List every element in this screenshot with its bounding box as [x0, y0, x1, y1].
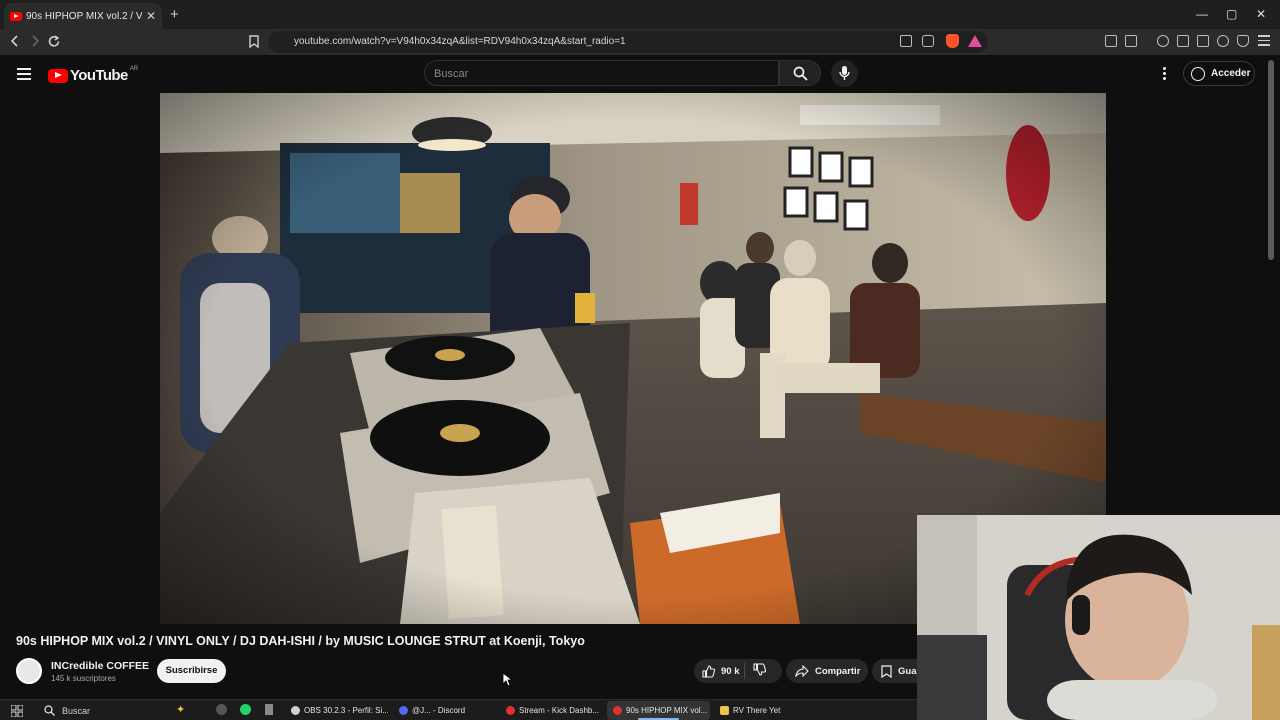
bookmark-icon[interactable] [249, 35, 259, 48]
taskbar-item-obs[interactable]: OBS 30.2.3 - Perfil: Si... [285, 701, 388, 720]
share-label: Compartir [815, 665, 861, 677]
taskbar-item-youtube[interactable]: 90s HIPHOP MIX vol... [607, 701, 710, 720]
share-icon [795, 665, 809, 677]
new-tab-button[interactable]: + [170, 6, 179, 23]
extensions-icon[interactable] [1105, 35, 1117, 47]
browser-menu-icon[interactable] [1258, 35, 1270, 46]
mouse-cursor-icon [502, 672, 512, 687]
youtube-favicon-icon [10, 11, 22, 21]
whatsapp-icon[interactable] [240, 704, 251, 715]
channel-avatar[interactable] [16, 658, 42, 684]
subscribe-button[interactable]: Suscribirse [157, 659, 226, 683]
country-code: AR [129, 65, 139, 72]
browser-tab-strip: 90s HIPHOP MIX vol.2 / VINYL ✕ + — ▢ ✕ [0, 0, 1280, 29]
forward-icon[interactable] [29, 35, 41, 47]
back-icon[interactable] [9, 35, 21, 47]
taskbar-item-label: RV There Yet [733, 706, 781, 715]
dislike-button[interactable] [745, 663, 767, 679]
account-icon [1191, 66, 1205, 81]
taskbar-item-label: OBS 30.2.3 - Perfil: Si... [304, 706, 388, 715]
obs-icon [291, 706, 300, 715]
webcam-overlay [917, 515, 1280, 720]
youtube-logo-text: YouTube [70, 67, 128, 84]
wallet-icon[interactable] [1125, 35, 1137, 47]
taskbar-item-label: Stream - Kick Dashb... [519, 706, 600, 715]
close-window-button[interactable]: ✕ [1256, 7, 1266, 21]
taskbar-item-label: 90s HIPHOP MIX vol... [626, 706, 708, 715]
windows-taskbar: Buscar ✦ OBS 30.2.3 - Perfil: Si... @J..… [0, 699, 917, 720]
channel-name[interactable]: INCredible COFFEE [51, 660, 149, 672]
app-icon-2[interactable] [265, 704, 273, 715]
browser-toolbar: youtube.com/watch?v=V94h0x34zqA&list=RDV… [0, 29, 1280, 75]
taskbar-item-kick[interactable]: Stream - Kick Dashb... [500, 701, 603, 720]
search-input[interactable]: Buscar [424, 60, 779, 86]
more-vert-icon[interactable] [1163, 67, 1167, 82]
sidebar-icon[interactable] [1177, 35, 1189, 47]
save-button[interactable]: Gua [872, 659, 920, 683]
dislike-icon [753, 663, 767, 676]
like-dislike-group: 90 k [694, 659, 782, 683]
tab-title: 90s HIPHOP MIX vol.2 / VINYL [26, 10, 142, 22]
search-icon [793, 66, 808, 81]
taskbar-item-game[interactable]: RV There Yet [714, 701, 817, 720]
reload-icon[interactable] [48, 35, 61, 48]
like-icon [702, 664, 715, 678]
youtube-header: YouTube AR Buscar Acceder [0, 55, 1280, 93]
subscriber-count: 145 k suscriptores [51, 674, 116, 683]
youtube-logo[interactable]: YouTube AR [48, 65, 139, 84]
cast-icon[interactable] [900, 35, 912, 47]
webcam-image [917, 515, 1280, 720]
tab-close-icon[interactable]: ✕ [146, 9, 156, 23]
copilot-sparkle-icon[interactable]: ✦ [176, 703, 185, 716]
browser-icon [506, 706, 515, 715]
save-icon [881, 664, 892, 678]
signin-label: Acceder [1211, 68, 1251, 79]
like-count: 90 k [721, 665, 740, 677]
browser-tab-active[interactable]: 90s HIPHOP MIX vol.2 / VINYL ✕ [4, 3, 162, 29]
wallet-2-icon[interactable] [1197, 35, 1209, 47]
voice-search-button[interactable] [831, 60, 858, 87]
microphone-icon [839, 66, 850, 80]
share-page-icon[interactable] [922, 35, 934, 47]
youtube-play-icon [48, 68, 68, 83]
menu-icon[interactable] [17, 68, 31, 80]
windows-start-icon[interactable] [11, 705, 23, 717]
signin-button[interactable]: Acceder [1183, 61, 1255, 86]
save-label: Gua [898, 665, 917, 677]
vpn-icon[interactable] [1237, 35, 1249, 47]
taskbar-item-discord[interactable]: @J... - Discord [393, 701, 496, 720]
app-icon-1[interactable] [216, 704, 227, 715]
browser-icon [613, 706, 622, 715]
url-text[interactable]: youtube.com/watch?v=V94h0x34zqA&list=RDV… [294, 36, 626, 47]
video-title: 90s HIPHOP MIX vol.2 / VINYL ONLY / DJ D… [16, 634, 585, 648]
game-icon [720, 706, 729, 715]
share-button[interactable]: Compartir [786, 659, 868, 683]
brave-rewards-icon[interactable] [968, 35, 982, 47]
taskbar-search-label[interactable]: Buscar [62, 706, 90, 716]
taskbar-search-icon[interactable] [44, 705, 55, 716]
discord-icon [399, 706, 408, 715]
page-scrollbar[interactable] [1268, 60, 1274, 260]
like-button[interactable]: 90 k [694, 664, 744, 678]
brave-shields-icon[interactable] [946, 34, 959, 48]
taskbar-item-label: @J... - Discord [412, 706, 466, 715]
media-icon[interactable] [1157, 35, 1169, 47]
search-button[interactable] [779, 60, 821, 86]
leo-ai-icon[interactable] [1217, 35, 1229, 47]
maximize-button[interactable]: ▢ [1226, 7, 1237, 21]
minimize-button[interactable]: — [1196, 7, 1208, 21]
